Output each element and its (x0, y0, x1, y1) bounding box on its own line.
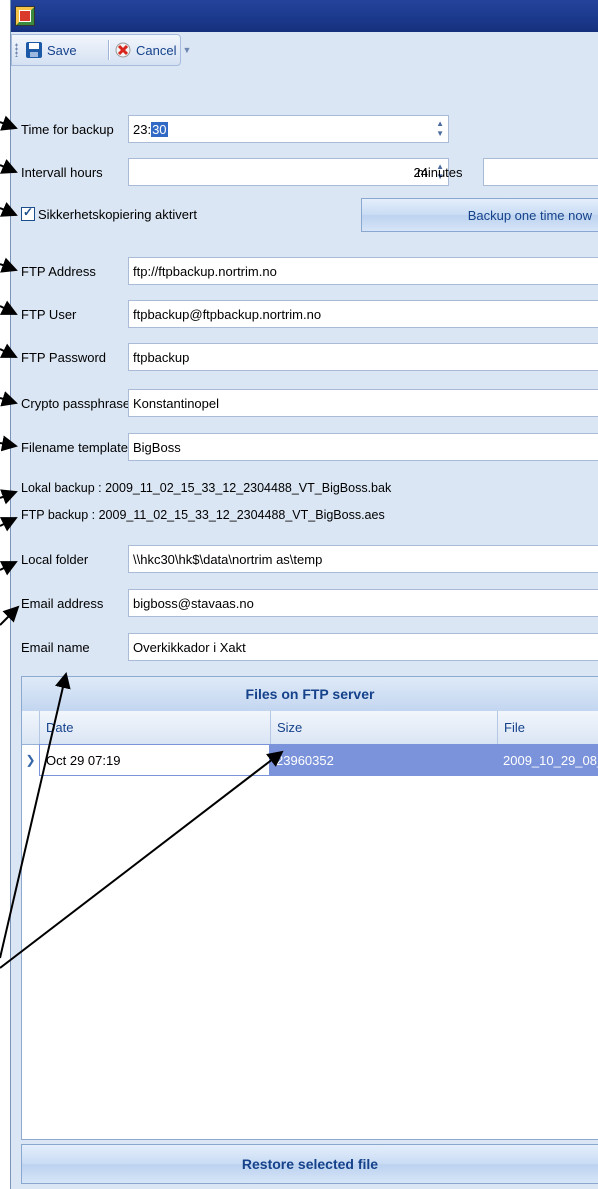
local-folder-label: Local folder (21, 552, 89, 567)
ftp-password-value: ftpbackup (133, 349, 190, 365)
toolbar-grip[interactable] (15, 43, 18, 57)
email-address-input[interactable]: bigboss@stavaas.no (128, 589, 598, 617)
time-for-backup-label: Time for backup (21, 122, 114, 137)
time-spinner[interactable]: ▲ ▼ (436, 119, 444, 139)
column-header-date[interactable]: Date (39, 711, 270, 744)
filename-template-value: BigBoss (133, 439, 181, 455)
email-address-label: Email address (21, 596, 104, 611)
backup-enabled-label: Sikkerhetskopiering aktivert (38, 207, 197, 222)
local-backup-info: Lokal backup : 2009_11_02_15_33_12_23044… (21, 481, 392, 495)
local-folder-value: \\hkc30\hk$\data\nortrim as\temp (133, 551, 323, 567)
ftp-backup-info: FTP backup : 2009_11_02_15_33_12_2304488… (21, 508, 385, 522)
backup-enabled-checkbox[interactable] (21, 205, 35, 221)
grid-header: Date Size File (22, 711, 598, 745)
title-bar (11, 0, 598, 32)
cell-file[interactable]: 2009_10_29_08_1 (497, 744, 598, 776)
crypto-passphrase-label: Crypto passphrase (21, 396, 131, 411)
ftp-address-input[interactable]: ftp://ftpbackup.nortrim.no (128, 257, 598, 285)
cancel-button[interactable]: Cancel ▼ (114, 40, 191, 60)
filename-template-input[interactable]: BigBoss (128, 433, 598, 461)
restore-label: Restore selected file (241, 1156, 379, 1172)
interval-hours-input[interactable]: 24 ▲ ▼ (128, 158, 449, 186)
cell-size[interactable]: 23960352 (270, 744, 497, 776)
time-value-selected: 30 (151, 121, 168, 137)
backup-enabled-checkbox-row[interactable]: Sikkerhetskopiering aktivert (21, 205, 197, 222)
cancel-icon (115, 42, 131, 58)
save-label: Save (47, 42, 77, 58)
toolbar-strip: Save Cancel ▼ (11, 34, 191, 66)
email-name-value: Overkikkador i Xakt (133, 639, 246, 655)
column-header-size[interactable]: Size (270, 711, 497, 744)
cancel-label: Cancel (136, 42, 177, 58)
minutes-input[interactable] (483, 158, 598, 186)
time-value-prefix: 23: (133, 121, 152, 137)
save-icon (26, 42, 42, 58)
table-row[interactable]: ❯ Oct 29 07:19 23960352 2009_10_29_08_1 (22, 744, 598, 776)
email-name-input[interactable]: Overkikkador i Xakt (128, 633, 598, 661)
ftp-user-input[interactable]: ftpbackup@ftpbackup.nortrim.no (128, 300, 598, 328)
crypto-passphrase-input[interactable]: Konstantinopel (128, 389, 598, 417)
row-header-column (22, 711, 39, 744)
ftp-user-value: ftpbackup@ftpbackup.nortrim.no (133, 306, 322, 322)
filename-template-label: Filename template (21, 440, 128, 455)
email-address-value: bigboss@stavaas.no (133, 595, 254, 611)
column-header-file[interactable]: File (497, 711, 598, 744)
backup-now-label: Backup one time now (467, 207, 592, 223)
grid-caption: Files on FTP server (22, 677, 598, 712)
app-icon (15, 6, 35, 26)
ftp-address-label: FTP Address (21, 264, 96, 279)
chevron-down-icon[interactable]: ▼ (182, 45, 191, 55)
ftp-address-value: ftp://ftpbackup.nortrim.no (133, 263, 277, 279)
ftp-password-label: FTP Password (21, 350, 107, 365)
crypto-passphrase-value: Konstantinopel (133, 395, 220, 411)
restore-selected-file-button[interactable]: Restore selected file (21, 1144, 598, 1184)
email-name-label: Email name (21, 640, 90, 655)
current-row-icon: ❯ (22, 744, 40, 776)
backup-settings-window: Save Cancel ▼ Time for backup 23: 30 ▲ ▼ I… (10, 0, 598, 1189)
interval-hours-label: Intervall hours (21, 165, 103, 180)
ftp-password-input[interactable]: ftpbackup (128, 343, 598, 371)
backup-now-button[interactable]: Backup one time now (361, 198, 598, 232)
toolbar: Save Cancel ▼ (11, 32, 598, 66)
toolbar-separator (108, 40, 110, 60)
save-button[interactable]: Save (26, 40, 77, 60)
ftp-user-label: FTP User (21, 307, 77, 322)
local-folder-input[interactable]: \\hkc30\hk$\data\nortrim as\temp (128, 545, 598, 573)
cell-date[interactable]: Oct 29 07:19 (39, 744, 270, 776)
files-grid[interactable]: Files on FTP server Date Size File ❯ Oct… (21, 676, 598, 1140)
minutes-label: minutes (417, 165, 463, 180)
time-for-backup-input[interactable]: 23: 30 ▲ ▼ (128, 115, 449, 143)
